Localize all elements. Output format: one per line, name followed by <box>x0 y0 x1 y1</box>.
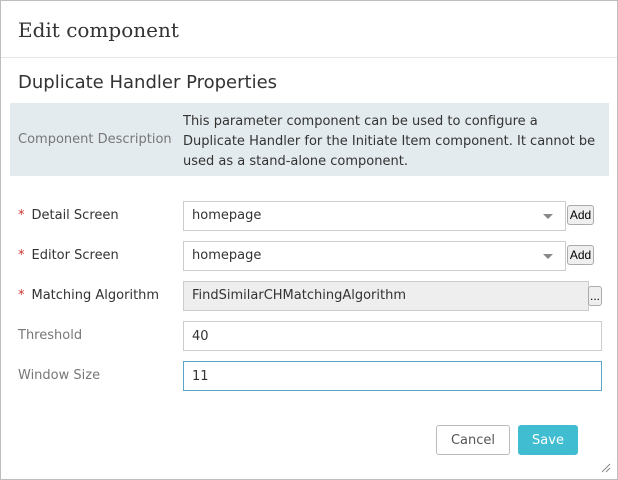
threshold-input[interactable] <box>183 321 602 351</box>
matching-algorithm-label: * Matching Algorithm <box>18 288 159 303</box>
dialog-title: Edit component <box>18 18 179 42</box>
edit-component-dialog: Edit component Duplicate Handler Propert… <box>0 0 618 480</box>
section-title: Duplicate Handler Properties <box>18 72 278 93</box>
editor-screen-label: * Editor Screen <box>18 248 119 263</box>
detail-screen-label-text: Detail Screen <box>31 208 119 223</box>
resize-handle-icon[interactable] <box>601 463 611 473</box>
required-marker: * <box>18 288 25 303</box>
matching-algorithm-field: FindSimilarCHMatchingAlgorithm <box>183 281 589 311</box>
component-description-text: This parameter component can be used to … <box>183 114 596 169</box>
cancel-button[interactable]: Cancel <box>436 425 510 455</box>
window-size-label: Window Size <box>18 368 101 383</box>
component-description-panel: Component Description This parameter com… <box>10 103 609 176</box>
chevron-down-icon <box>543 214 553 219</box>
detail-screen-select[interactable]: homepage <box>183 201 566 231</box>
threshold-label: Threshold <box>18 328 83 343</box>
matching-algorithm-value: FindSimilarCHMatchingAlgorithm <box>192 288 406 303</box>
editor-screen-select[interactable]: homepage <box>183 241 566 271</box>
editor-screen-add-button[interactable]: Add <box>567 245 594 265</box>
title-divider <box>1 57 617 58</box>
detail-screen-add-button[interactable]: Add <box>567 205 594 225</box>
required-marker: * <box>18 248 25 263</box>
detail-screen-label: * Detail Screen <box>18 208 119 223</box>
save-button[interactable]: Save <box>518 425 578 455</box>
matching-algorithm-browse-button[interactable]: ... <box>588 286 602 306</box>
required-marker: * <box>18 208 25 223</box>
chevron-down-icon <box>543 254 553 259</box>
editor-screen-value: homepage <box>192 248 262 263</box>
detail-screen-value: homepage <box>192 208 262 223</box>
matching-algorithm-label-text: Matching Algorithm <box>31 288 160 303</box>
editor-screen-label-text: Editor Screen <box>31 248 119 263</box>
component-description-label: Component Description <box>18 132 172 147</box>
window-size-input[interactable] <box>183 361 602 391</box>
